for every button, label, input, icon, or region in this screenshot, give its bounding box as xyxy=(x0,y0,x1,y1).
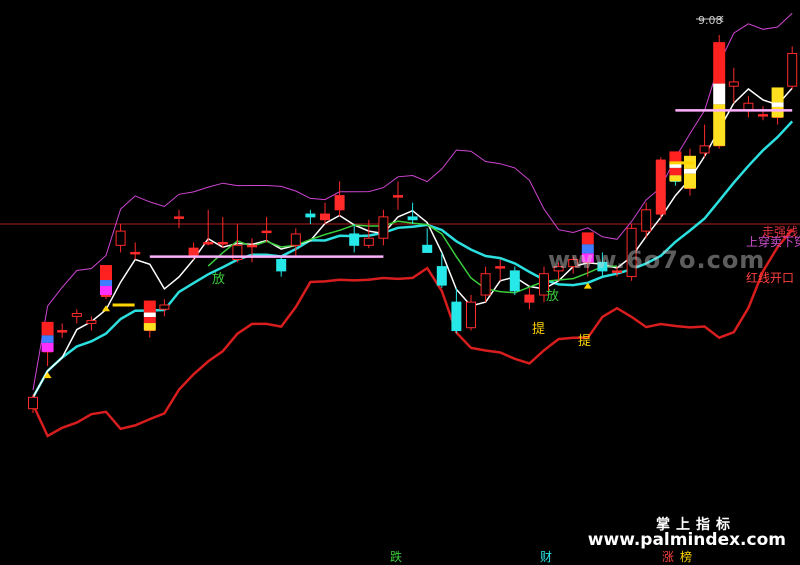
candle-body-42 xyxy=(641,209,652,232)
candle-body-34 xyxy=(524,294,535,303)
candle-body-21 xyxy=(334,195,345,211)
candle-body-23 xyxy=(363,237,374,246)
watermark-middle: www.6o7o.com xyxy=(548,246,766,274)
candle-body-12 xyxy=(203,241,214,245)
signal-block-1-0 xyxy=(41,321,54,336)
candle-body-18 xyxy=(290,233,301,246)
signal-block-8-1 xyxy=(143,312,156,318)
signal-ti-2: 提 xyxy=(578,333,591,349)
candle-body-19 xyxy=(305,213,316,218)
candle-body-32 xyxy=(495,266,506,269)
footer-mark-3: 涨 xyxy=(662,549,674,564)
candle-body-27 xyxy=(422,244,433,253)
signal-block-44-3 xyxy=(669,175,682,182)
signal-block-8-2 xyxy=(143,317,156,324)
candle-body-13 xyxy=(217,241,228,245)
candle-body-0 xyxy=(28,396,38,410)
candle-body-33 xyxy=(509,270,520,292)
candle-body-5 xyxy=(101,294,111,298)
candle-body-4 xyxy=(86,320,97,324)
candle-body-30 xyxy=(466,301,476,329)
candle-body-52 xyxy=(787,53,798,87)
candle-body-17 xyxy=(276,259,287,272)
candle-body-50 xyxy=(758,114,768,117)
signal-fang-2: 放 xyxy=(546,289,559,304)
candle-body-29 xyxy=(451,301,462,332)
signal-block-51-1 xyxy=(771,102,784,107)
fast-line xyxy=(32,87,793,398)
signal-block-47-1 xyxy=(713,83,726,105)
candle-body-24 xyxy=(378,216,389,239)
signal-block-5-1 xyxy=(100,280,112,287)
signal-block-5-0 xyxy=(100,265,112,281)
candle-body-10 xyxy=(174,216,184,219)
candle-body-15 xyxy=(247,244,257,248)
signal-block-51-2 xyxy=(771,106,784,118)
signal-block-8-3 xyxy=(143,323,156,331)
signal-block-5-2 xyxy=(100,286,112,296)
signal-block-38-0 xyxy=(581,232,594,245)
candle-body-9 xyxy=(159,304,170,310)
upper-band-line xyxy=(32,12,793,391)
candle-body-6 xyxy=(115,230,126,246)
signal-block-45-2 xyxy=(684,173,696,189)
kline-chart: 9.08 走强线 上穿卖下穿 红线开口 放 放 提 提 跌 财 涨 榜 xyxy=(0,12,800,564)
candle-body-11 xyxy=(188,247,199,258)
footer-mark-1: 跌 xyxy=(390,549,402,564)
candle-body-31 xyxy=(480,273,491,296)
candle-body-7 xyxy=(130,251,141,255)
candle-body-43 xyxy=(655,159,666,215)
triangle-mark-5 xyxy=(102,305,110,312)
candle-body-25 xyxy=(393,195,403,198)
candle-body-28 xyxy=(436,266,447,286)
signal-block-51-0 xyxy=(771,87,784,103)
signal-ti-1: 提 xyxy=(532,321,545,337)
footer-mark-4: 榜 xyxy=(680,549,692,564)
signal-block-45-1 xyxy=(684,168,696,174)
candle-body-16 xyxy=(261,230,272,234)
candle-body-46 xyxy=(699,145,710,154)
candle-body-2 xyxy=(57,330,68,333)
high-price-label: 9.08 xyxy=(698,14,723,27)
signal-block-47-0 xyxy=(713,42,726,84)
candle-body-3 xyxy=(71,313,82,317)
indicator-lines xyxy=(0,12,800,438)
signal-block-8-0 xyxy=(143,300,156,313)
signal-marks xyxy=(41,15,793,379)
footer-mark-2: 财 xyxy=(540,550,552,564)
signal-block-1-1 xyxy=(41,335,54,343)
candle-body-20 xyxy=(320,213,330,221)
signal-block-44-2 xyxy=(669,167,682,176)
candle-body-22 xyxy=(349,233,360,246)
watermark-url: www.palmindex.com xyxy=(587,530,786,550)
signal-fang-1: 放 xyxy=(212,272,225,287)
candle-body-26 xyxy=(407,216,418,221)
candle-body-48 xyxy=(728,81,739,87)
signal-block-1-2 xyxy=(41,342,54,352)
